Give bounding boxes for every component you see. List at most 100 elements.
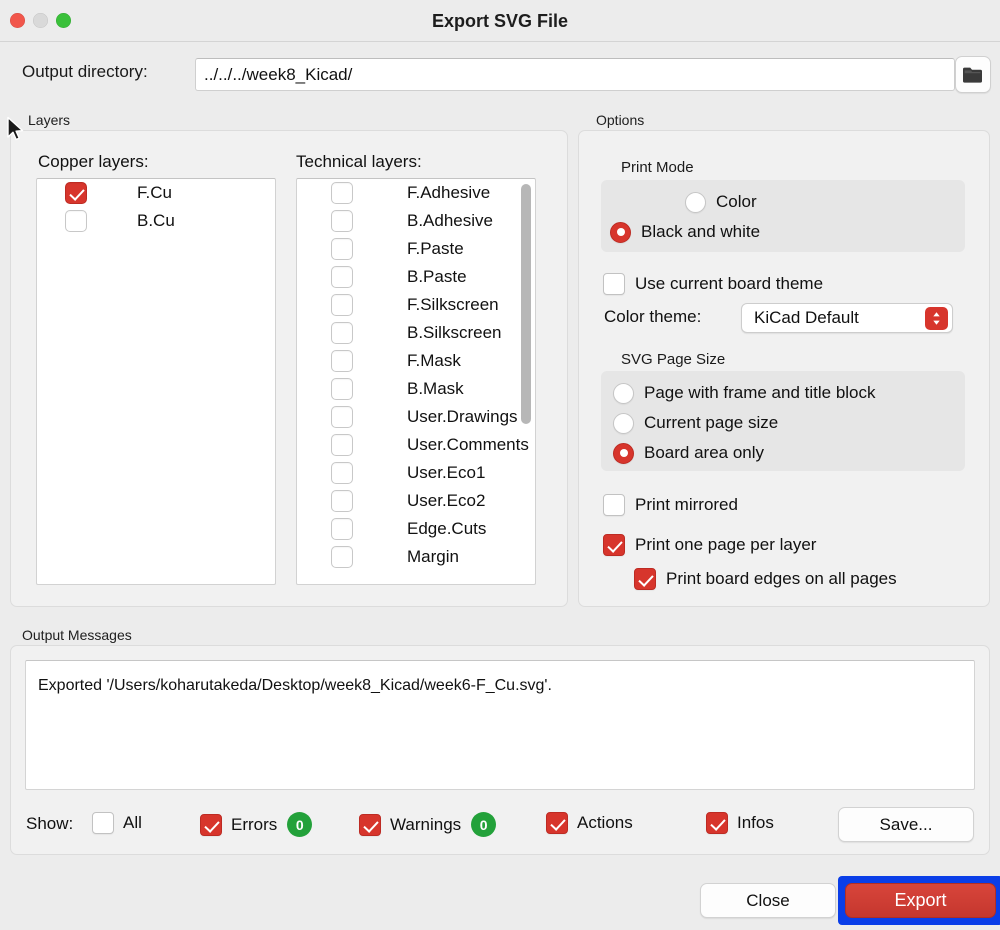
technical-layer-row[interactable]: User.Eco2 [297, 487, 535, 515]
radio-label: Page with frame and title block [644, 383, 876, 402]
filter-infos[interactable]: Infos [706, 812, 774, 834]
copper-layer-row[interactable]: B.Cu [37, 207, 275, 235]
close-button[interactable]: Close [700, 883, 836, 918]
technical-layers-label: Technical layers: [296, 152, 422, 171]
technical-layer-label: F.Silkscreen [407, 295, 499, 314]
radio-print-mode-black-and-white[interactable]: Black and white [610, 217, 760, 247]
radio-indicator [613, 412, 634, 434]
checkbox-indicator [634, 568, 656, 590]
checkbox-indicator[interactable] [331, 462, 353, 484]
radio-indicator [613, 442, 634, 464]
copper-layers-list[interactable]: F.Cu B.Cu [36, 178, 276, 585]
technical-layer-label: User.Eco1 [407, 463, 486, 482]
checkbox-print-board-edges-on-all-pages[interactable]: Print board edges on all pages [634, 565, 897, 593]
technical-layers-scrollbar[interactable] [520, 182, 532, 583]
radio-indicator [685, 191, 706, 213]
radio-label: Current page size [644, 413, 779, 432]
radio-label: Black and white [641, 222, 761, 241]
filter-label: Actions [577, 813, 633, 832]
svg-page-size-title: SVG Page Size [621, 351, 726, 368]
checkbox-use-current-board-theme[interactable]: Use current board theme [603, 270, 823, 298]
checkbox-indicator[interactable] [331, 490, 353, 512]
checkbox-print-mirrored[interactable]: Print mirrored [603, 491, 738, 519]
filter-label: Warnings [390, 814, 462, 834]
browse-directory-button[interactable] [955, 56, 991, 93]
checkbox-indicator[interactable] [331, 322, 353, 344]
checkbox-indicator[interactable] [331, 350, 353, 372]
checkbox-indicator[interactable] [331, 406, 353, 428]
technical-layer-row[interactable]: B.Paste [297, 263, 535, 291]
checkbox-indicator[interactable] [65, 182, 87, 204]
checkbox-indicator [200, 813, 222, 836]
technical-layer-row[interactable]: Margin [297, 543, 535, 571]
checkbox-indicator [603, 494, 625, 516]
output-messages-text[interactable]: Exported '/Users/koharutakeda/Desktop/we… [25, 660, 975, 790]
chevron-updown-icon[interactable] [925, 307, 948, 330]
technical-layer-label: F.Paste [407, 239, 464, 258]
checkbox-indicator[interactable] [65, 210, 87, 232]
copper-layers-label: Copper layers: [38, 152, 149, 171]
radio-page-with-frame-and-title-block[interactable]: Page with frame and title block [613, 378, 876, 408]
filter-warnings[interactable]: Warnings 0 [359, 812, 497, 837]
technical-layer-row[interactable]: User.Drawings [297, 403, 535, 431]
technical-layer-row[interactable]: F.Mask [297, 347, 535, 375]
checkbox-label: Print board edges on all pages [666, 569, 897, 588]
technical-layer-label: User.Drawings [407, 407, 518, 426]
checkbox-indicator [359, 813, 381, 836]
mouse-cursor [7, 116, 24, 141]
checkbox-print-one-page-per-layer[interactable]: Print one page per layer [603, 531, 816, 559]
technical-layer-row[interactable]: F.Adhesive [297, 179, 535, 207]
technical-layer-label: B.Mask [407, 379, 464, 398]
technical-layer-row[interactable]: B.Silkscreen [297, 319, 535, 347]
technical-layer-label: User.Eco2 [407, 491, 486, 510]
technical-layer-row[interactable]: Edge.Cuts [297, 515, 535, 543]
technical-layer-label: Edge.Cuts [407, 519, 487, 538]
technical-layer-row[interactable]: B.Adhesive [297, 207, 535, 235]
checkbox-indicator [706, 812, 728, 834]
radio-board-area-only[interactable]: Board area only [613, 438, 764, 468]
scrollbar-thumb[interactable] [521, 184, 531, 424]
color-theme-label: Color theme: [604, 307, 702, 326]
checkbox-indicator[interactable] [331, 518, 353, 540]
radio-current-page-size[interactable]: Current page size [613, 408, 778, 438]
checkbox-indicator[interactable] [331, 546, 353, 568]
technical-layer-label: B.Silkscreen [407, 323, 502, 342]
checkbox-indicator[interactable] [331, 238, 353, 260]
checkbox-indicator[interactable] [331, 294, 353, 316]
options-group-title: Options [596, 112, 645, 128]
technical-layer-row[interactable]: User.Eco1 [297, 459, 535, 487]
copper-layer-row[interactable]: F.Cu [37, 179, 275, 207]
filter-label: All [123, 813, 142, 832]
technical-layers-list[interactable]: F.Adhesive B.Adhesive F.Paste B.Paste F.Silk… [296, 178, 536, 585]
folder-icon [963, 67, 982, 83]
checkbox-indicator[interactable] [331, 266, 353, 288]
title-bar: Export SVG File [0, 0, 1000, 42]
checkbox-indicator [92, 812, 114, 834]
filter-all[interactable]: All [92, 812, 142, 834]
export-button[interactable]: Export [845, 883, 996, 918]
checkbox-indicator[interactable] [331, 210, 353, 232]
checkbox-indicator[interactable] [331, 434, 353, 456]
copper-layer-label: F.Cu [137, 183, 172, 202]
technical-layer-row[interactable]: User.Comments [297, 431, 535, 459]
errors-count-badge: 0 [287, 812, 313, 837]
checkbox-indicator[interactable] [331, 182, 353, 204]
color-theme-select[interactable]: KiCad Default [741, 303, 953, 333]
radio-print-mode-color[interactable]: Color [685, 187, 757, 217]
filter-errors[interactable]: Errors 0 [200, 812, 313, 837]
technical-layer-label: F.Mask [407, 351, 461, 370]
technical-layer-row[interactable]: F.Silkscreen [297, 291, 535, 319]
checkbox-label: Print one page per layer [635, 535, 817, 554]
filter-actions[interactable]: Actions [546, 812, 633, 834]
checkbox-indicator[interactable] [331, 378, 353, 400]
color-theme-value: KiCad Default [754, 308, 859, 327]
save-button[interactable]: Save... [838, 807, 974, 842]
checkbox-indicator [603, 273, 625, 295]
technical-layer-row[interactable]: F.Paste [297, 235, 535, 263]
output-messages-title: Output Messages [22, 627, 132, 643]
technical-layer-row[interactable]: B.Mask [297, 375, 535, 403]
window-title: Export SVG File [431, 11, 569, 31]
technical-layer-label: User.Comments [407, 435, 529, 454]
layers-group-title: Layers [28, 112, 71, 128]
output-directory-input[interactable]: ../../../week8_Kicad/ [195, 58, 955, 91]
